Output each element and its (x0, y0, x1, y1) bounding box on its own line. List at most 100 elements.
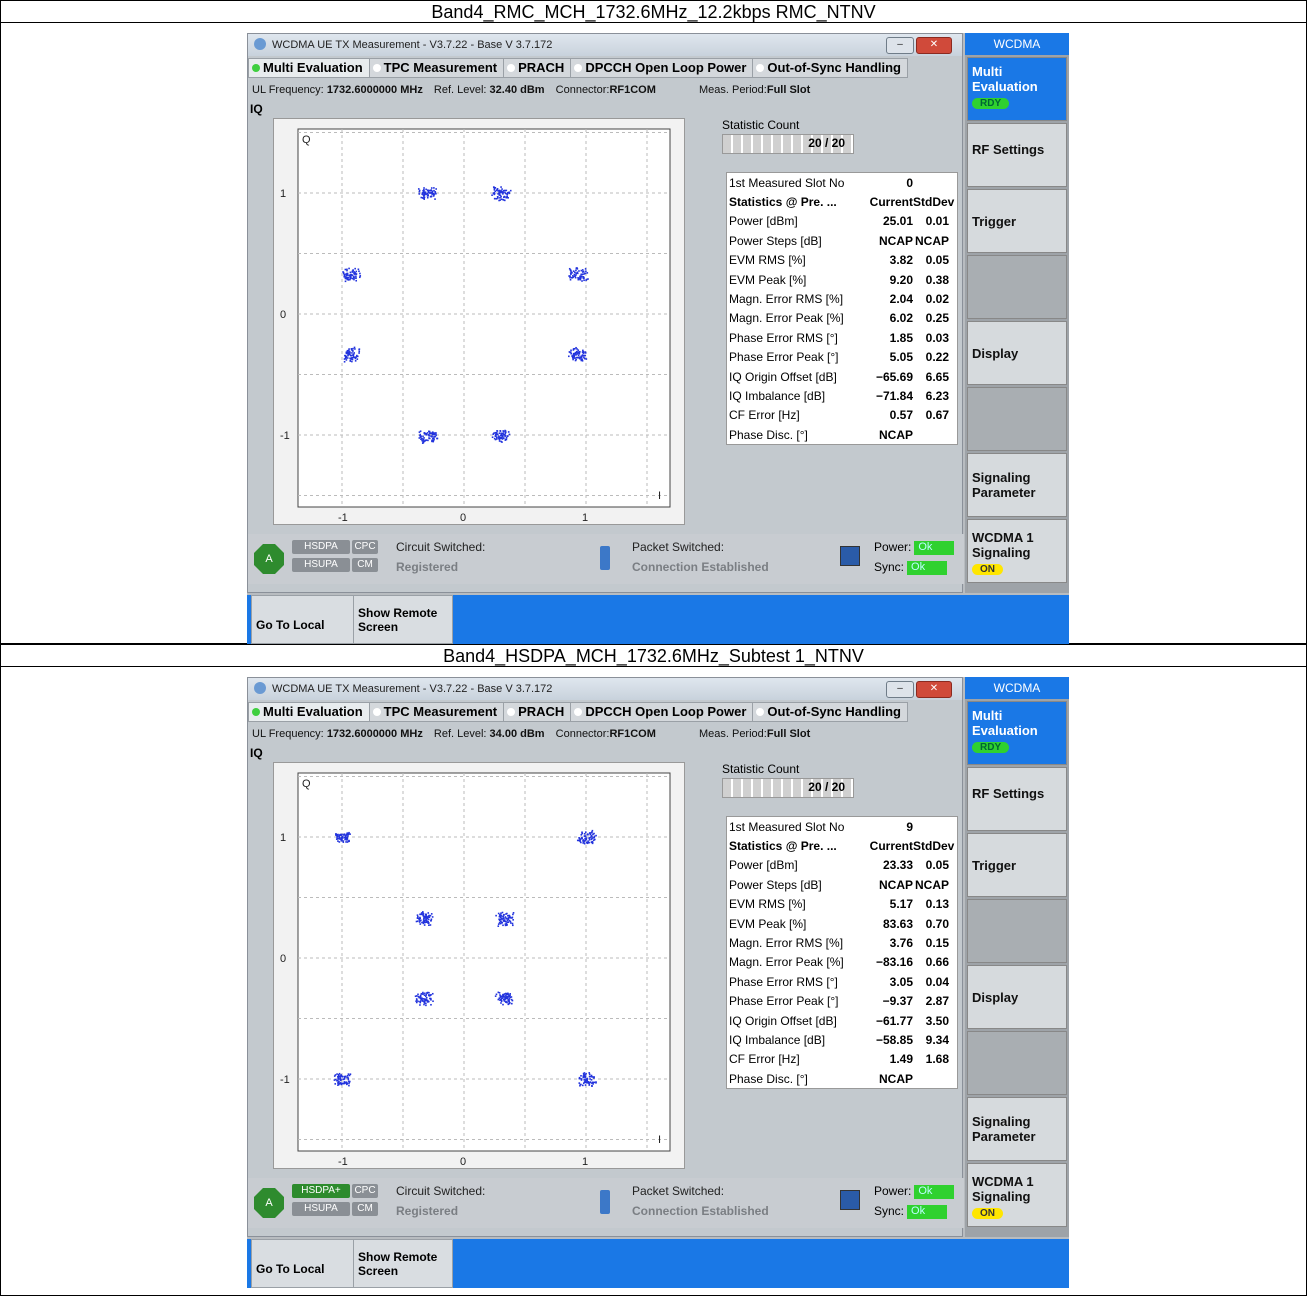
phone-icon (600, 1190, 610, 1214)
iq-sample-point (509, 993, 511, 995)
iq-sample-point (502, 430, 504, 432)
iq-sample-point (342, 271, 345, 274)
softkey-empty-2[interactable] (967, 387, 1067, 451)
softkey-empty-2[interactable] (967, 1031, 1067, 1095)
stat-current: 0.57 (889, 408, 913, 423)
tab-label: TPC Measurement (383, 60, 498, 75)
tab-out-of-sync-handling[interactable]: Out-of-Sync Handling (752, 702, 908, 722)
minimize-button[interactable]: – (886, 681, 914, 698)
tab-out-of-sync-handling[interactable]: Out-of-Sync Handling (752, 58, 908, 78)
iq-sample-point (342, 841, 345, 843)
softkey-multi-evaluation[interactable]: Multi Evaluation RDY (967, 57, 1067, 121)
iq-sample-point (421, 993, 424, 995)
minimize-button[interactable]: – (886, 37, 914, 54)
tab-prach[interactable]: PRACH (503, 702, 572, 722)
iq-sample-point (434, 191, 437, 194)
stat-current: 3.05 (889, 974, 913, 989)
stat-current: 3.76 (889, 936, 913, 951)
app-logo-icon (254, 38, 266, 50)
iq-sample-point (500, 1002, 502, 1004)
softkey-empty-1[interactable] (967, 255, 1067, 319)
show-remote-screen-button[interactable]: Show Remote Screen (353, 595, 453, 644)
stats-row: Magn. Error RMS [%] 2.04 0.02 (727, 289, 957, 308)
iq-sample-point (351, 358, 354, 361)
iq-sample-point (359, 276, 361, 279)
iq-sample-point (427, 439, 429, 442)
iq-sample-point (346, 274, 348, 276)
iq-sample-point (358, 352, 360, 354)
softkey-display[interactable]: Display (967, 965, 1067, 1029)
softkey-signaling-parameter[interactable]: Signaling Parameter (967, 1097, 1067, 1161)
softkey-rf-settings[interactable]: RF Settings (967, 767, 1067, 831)
softkey-rf-settings[interactable]: RF Settings (967, 123, 1067, 187)
iq-sample-point (502, 189, 505, 192)
iq-sample-point (505, 189, 508, 192)
iq-sample-point (578, 352, 581, 355)
iq-sample-point (353, 278, 355, 281)
tab-dpcch-open-loop-power[interactable]: DPCCH Open Loop Power (570, 702, 754, 722)
softkey-wcdma1-signaling[interactable]: WCDMA 1 Signaling ON (967, 519, 1067, 583)
iq-sample-point (348, 274, 350, 277)
iq-sample-point (570, 352, 572, 355)
iq-sample-point (504, 916, 507, 918)
plot-area (297, 128, 671, 508)
close-button[interactable]: ✕ (916, 681, 952, 698)
iq-sample-point (348, 1080, 351, 1083)
stat-current: 5.05 (889, 350, 913, 365)
iq-sample-point (581, 836, 583, 839)
tab-tpc-measurement[interactable]: TPC Measurement (368, 58, 505, 78)
tab-dpcch-open-loop-power[interactable]: DPCCH Open Loop Power (570, 58, 754, 78)
sync-label: Sync: (874, 560, 905, 574)
softkey-trigger[interactable]: Trigger (967, 833, 1067, 897)
iq-sample-point (580, 358, 583, 361)
iq-sample-point (582, 349, 584, 352)
go-to-local-button[interactable]: Go To Local (251, 1239, 354, 1288)
iq-sample-point (498, 191, 500, 194)
tab-multi-evaluation[interactable]: Multi Evaluation (248, 58, 370, 78)
stat-current: −71.84 (875, 388, 913, 403)
iq-sample-point (502, 437, 505, 439)
iq-sample-point (500, 915, 503, 917)
softkey-multi-evaluation[interactable]: Multi Evaluation RDY (967, 701, 1067, 765)
tab-tpc-measurement[interactable]: TPC Measurement (368, 702, 505, 722)
tab-multi-evaluation[interactable]: Multi Evaluation (248, 702, 370, 722)
iq-sample-point (503, 433, 506, 436)
stat-stddev: 6.23 (925, 388, 949, 403)
x-tick-label: 1 (582, 1156, 588, 1168)
iq-sample-point (495, 197, 498, 200)
stats-row: CF Error [Hz] 1.49 1.68 (727, 1050, 957, 1069)
iq-sample-point (584, 1074, 587, 1076)
show-remote-screen-button[interactable]: Show Remote Screen (353, 1239, 453, 1288)
stats-row: Phase Disc. [°] NCAP (727, 425, 957, 444)
iq-sample-point (432, 193, 435, 196)
softkey-label: RF Settings (972, 786, 1045, 801)
close-button[interactable]: ✕ (916, 37, 952, 54)
sync-ok-indicator: Ok (907, 560, 948, 575)
iq-sample-point (433, 436, 435, 438)
stat-stddev: NCAP (914, 233, 949, 248)
go-to-local-button[interactable]: Go To Local (251, 595, 354, 644)
tab-prach[interactable]: PRACH (503, 58, 572, 78)
connection-status-bar: A HSDPA+ CPC HSUPA CM Circuit Switched: … (248, 1178, 964, 1228)
iq-sample-point (500, 433, 503, 436)
softkey-wcdma1-signaling[interactable]: WCDMA 1 Signaling ON (967, 1163, 1067, 1227)
softkey-signaling-parameter[interactable]: Signaling Parameter (967, 453, 1067, 517)
iq-sample-point (417, 993, 419, 996)
ul-frequency-label: UL Frequency: (252, 84, 324, 96)
iq-sample-point (499, 191, 502, 194)
iq-sample-point (575, 269, 577, 272)
stat-label: Phase Error Peak [°] (729, 350, 839, 365)
softkey-display[interactable]: Display (967, 321, 1067, 385)
measurement-info-line: UL Frequency: 1732.6000000 MHz Ref. Leve… (252, 84, 818, 96)
screen-panel-1: WCDMA UE TX Measurement - V3.7.22 - Base… (0, 22, 1307, 644)
iq-constellation-plot: Q I 1 0 -1 -1 0 1 (273, 762, 685, 1169)
y-tick-label: 0 (280, 953, 286, 965)
iq-sample-point (348, 831, 350, 834)
softkey-trigger[interactable]: Trigger (967, 189, 1067, 253)
iq-sample-point (582, 840, 584, 842)
softkey-empty-1[interactable] (967, 899, 1067, 963)
stat-stddev: 0.13 (925, 897, 949, 912)
iq-sample-point (417, 915, 419, 918)
stat-label: IQ Imbalance [dB] (729, 1032, 826, 1047)
stat-stddev: 0.66 (925, 955, 949, 970)
